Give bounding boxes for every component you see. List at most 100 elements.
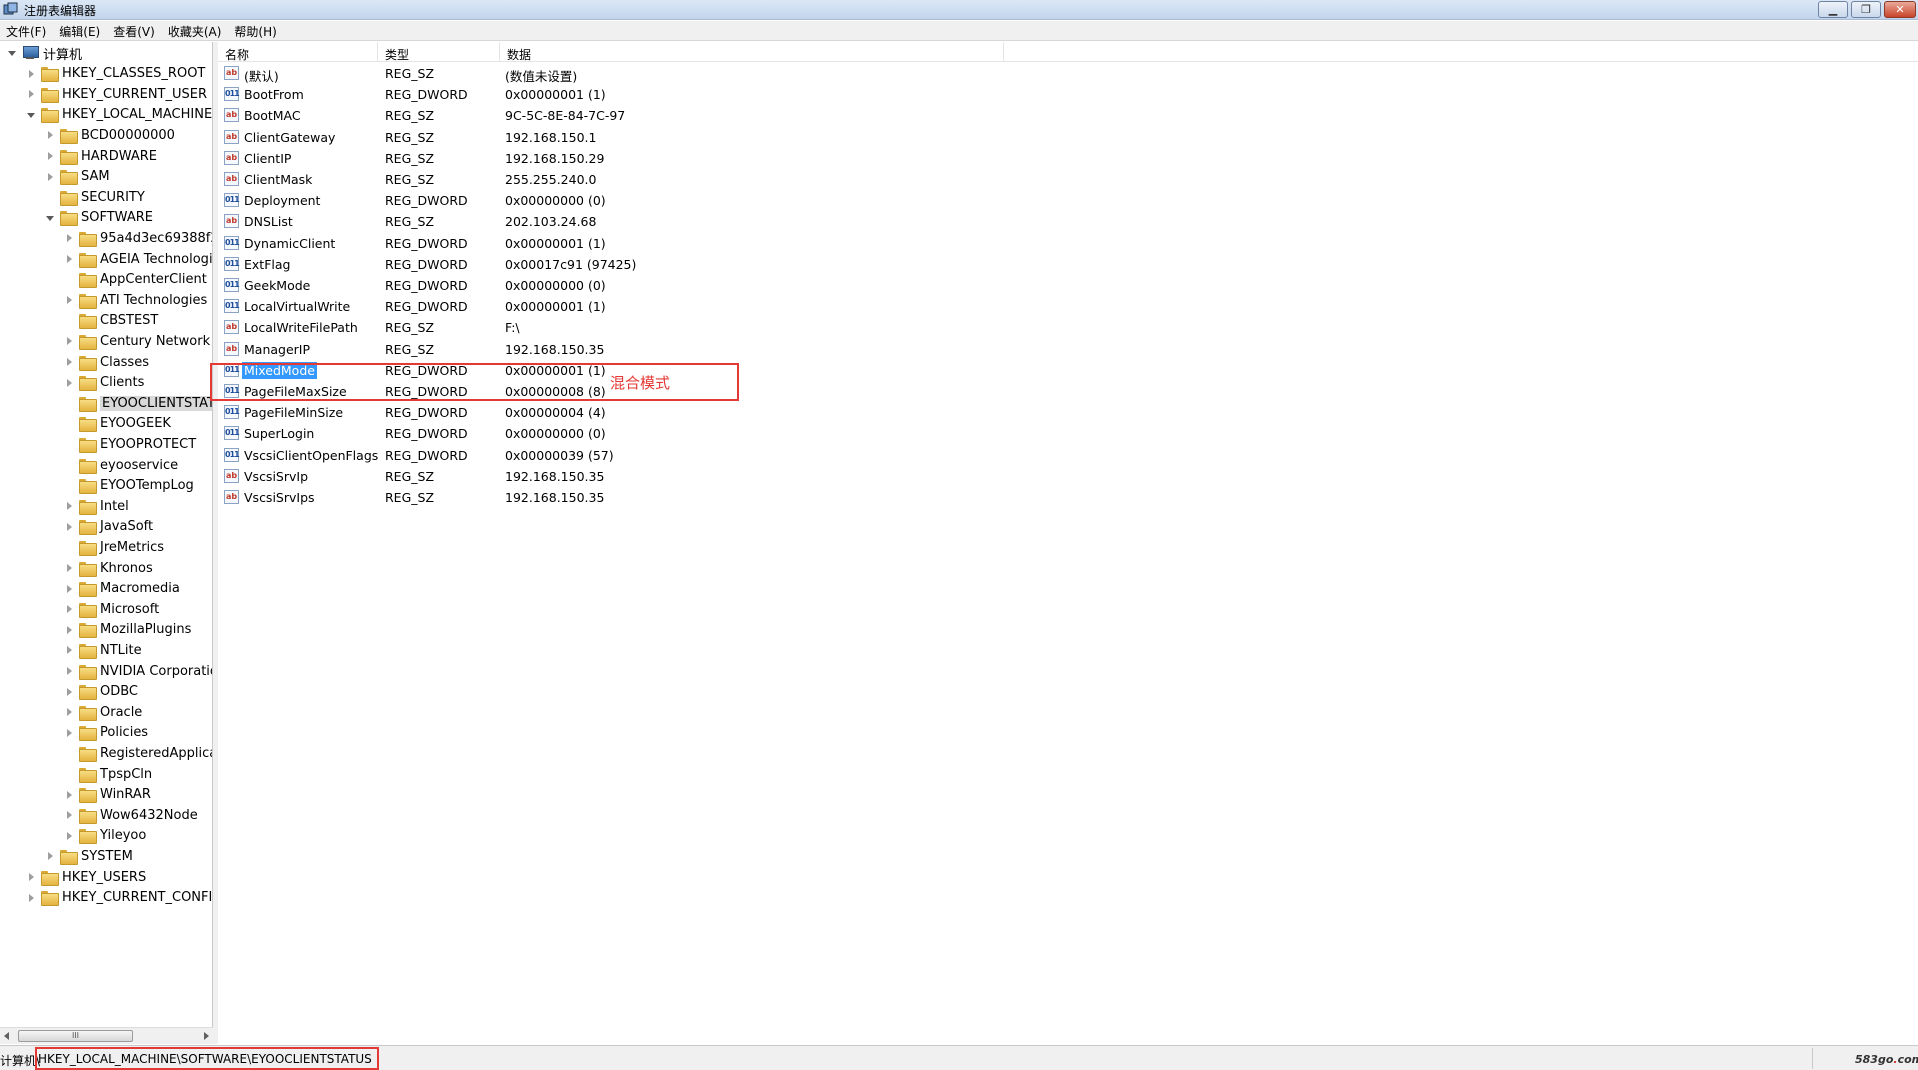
tree-node[interactable]: EYOOPROTECT xyxy=(65,434,196,454)
expand-arrow-icon[interactable] xyxy=(65,564,73,572)
tree-node[interactable]: WinRAR xyxy=(65,785,151,805)
value-row[interactable]: ab VscsiSrvIp REG_SZ 192.168.150.35 xyxy=(218,466,1218,487)
value-row[interactable]: 011 BootFrom REG_DWORD 0x00000001 (1) xyxy=(218,84,1218,105)
expand-arrow-icon[interactable] xyxy=(65,625,73,634)
tree-node[interactable]: ODBC xyxy=(65,682,138,702)
tree-node[interactable]: SECURITY xyxy=(46,187,145,207)
value-row[interactable]: ab ClientIP REG_SZ 192.168.150.29 xyxy=(218,148,1218,169)
column-name-header[interactable]: 名称 xyxy=(218,42,378,62)
expand-arrow-icon[interactable] xyxy=(65,708,73,717)
value-row[interactable]: 011 SuperLogin REG_DWORD 0x00000000 (0) xyxy=(218,423,1218,444)
tree-node[interactable]: Clients xyxy=(65,373,144,393)
tree-node[interactable]: Macromedia xyxy=(65,579,180,599)
value-row[interactable]: 011 VscsiClientOpenFlags REG_DWORD 0x000000… xyxy=(218,445,1218,466)
menu-file[interactable]: 文件(F) xyxy=(0,21,53,41)
value-row[interactable]: ab ClientGateway REG_SZ 192.168.150.1 xyxy=(218,127,1218,148)
tree-node[interactable]: SOFTWARE xyxy=(46,208,153,228)
tree-node[interactable]: ATI Technologies xyxy=(65,290,207,310)
menu-edit[interactable]: 编辑(E) xyxy=(53,21,107,41)
collapse-arrow-icon[interactable] xyxy=(46,214,54,222)
value-row[interactable]: 011 DynamicClient REG_DWORD 0x00000001 (1) xyxy=(218,233,1218,254)
expand-arrow-icon[interactable] xyxy=(27,893,35,902)
menu-favorites[interactable]: 收藏夹(A) xyxy=(162,21,229,41)
minimize-button[interactable]: ▁ xyxy=(1818,1,1848,18)
tree-node[interactable]: Microsoft xyxy=(65,599,159,619)
expand-arrow-icon[interactable] xyxy=(65,522,73,531)
expand-arrow-icon[interactable] xyxy=(65,687,73,696)
maximize-button[interactable]: ❐ xyxy=(1851,1,1881,18)
value-row[interactable]: ab BootMAC REG_SZ 9C-5C-8E-84-7C-97 xyxy=(218,105,1218,126)
value-row[interactable]: 011 Deployment REG_DWORD 0x00000000 (0) xyxy=(218,190,1218,211)
value-row[interactable]: ab ManagerIP REG_SZ 192.168.150.35 xyxy=(218,339,1218,360)
menu-view[interactable]: 查看(V) xyxy=(107,21,162,41)
tree-node[interactable]: Intel xyxy=(65,496,129,516)
tree-node[interactable]: EYOOTempLog xyxy=(65,476,194,496)
collapse-arrow-icon[interactable] xyxy=(27,111,35,119)
expand-arrow-icon[interactable] xyxy=(65,790,73,799)
registry-tree[interactable]: 计算机 HKEY_CLASSES_ROOT HKEY_CURRENT_USER HKE… xyxy=(0,42,213,1027)
expand-arrow-icon[interactable] xyxy=(27,873,35,881)
menu-help[interactable]: 帮助(H) xyxy=(228,21,283,41)
tree-node[interactable]: Khronos xyxy=(65,558,153,578)
tree-node[interactable]: HKEY_CURRENT_USER xyxy=(27,84,207,104)
tree-node[interactable]: Policies xyxy=(65,723,148,743)
expand-arrow-icon[interactable] xyxy=(46,852,54,861)
scroll-right-icon[interactable] xyxy=(204,1032,209,1040)
expand-arrow-icon[interactable] xyxy=(65,811,73,820)
values-list[interactable]: 名称 类型 数据 ab (默认) REG_SZ (数值未设置) 011 BootFrom R… xyxy=(218,42,1918,1044)
expand-arrow-icon[interactable] xyxy=(65,831,73,840)
tree-node[interactable]: HKEY_USERS xyxy=(27,867,146,887)
value-row[interactable]: 011 LocalVirtualWrite REG_DWORD 0x00000001 … xyxy=(218,296,1218,317)
tree-node[interactable]: JreMetrics xyxy=(65,537,164,557)
expand-arrow-icon[interactable] xyxy=(65,584,73,593)
expand-arrow-icon[interactable] xyxy=(46,152,54,160)
expand-arrow-icon[interactable] xyxy=(65,605,73,614)
collapse-arrow-icon[interactable] xyxy=(8,49,16,57)
expand-arrow-icon[interactable] xyxy=(65,667,73,675)
expand-arrow-icon[interactable] xyxy=(65,728,73,737)
tree-node[interactable]: NTLite xyxy=(65,640,142,660)
expand-arrow-icon[interactable] xyxy=(65,646,73,655)
expand-arrow-icon[interactable] xyxy=(65,255,73,263)
value-row[interactable]: 011 ExtFlag REG_DWORD 0x00017c91 (97425) xyxy=(218,254,1218,275)
column-data-header[interactable]: 数据 xyxy=(500,42,1004,62)
expand-arrow-icon[interactable] xyxy=(27,69,35,78)
expand-arrow-icon[interactable] xyxy=(65,358,73,366)
expand-arrow-icon[interactable] xyxy=(65,234,73,243)
expand-arrow-icon[interactable] xyxy=(46,131,54,140)
value-row[interactable]: ab ClientMask REG_SZ 255.255.240.0 xyxy=(218,169,1218,190)
tree-node[interactable]: Yileyoo xyxy=(65,826,146,846)
value-row[interactable]: 011 PageFileMinSize REG_DWORD 0x00000004 (4… xyxy=(218,402,1218,423)
tree-node[interactable]: EYOOGEEK xyxy=(65,414,171,434)
close-button[interactable]: ✕ xyxy=(1884,1,1916,18)
tree-node[interactable]: HKEY_CLASSES_ROOT xyxy=(27,64,205,84)
tree-node[interactable]: SAM xyxy=(46,167,110,187)
tree-node[interactable]: NVIDIA Corporatio xyxy=(65,661,212,681)
value-row[interactable]: ab (默认) REG_SZ (数值未设置) xyxy=(218,63,1218,84)
expand-arrow-icon[interactable] xyxy=(65,296,73,305)
tree-node[interactable]: TpspCln xyxy=(65,764,152,784)
tree-node[interactable]: AppCenterClient xyxy=(65,270,207,290)
tree-node[interactable]: HKEY_CURRENT_CONFIG xyxy=(27,888,212,908)
value-row[interactable]: 011 GeekMode REG_DWORD 0x00000000 (0) xyxy=(218,275,1218,296)
value-row[interactable]: ab VscsiSrvIps REG_SZ 192.168.150.35 xyxy=(218,487,1218,508)
expand-arrow-icon[interactable] xyxy=(46,172,54,181)
tree-node[interactable]: HKEY_LOCAL_MACHINE xyxy=(27,105,212,125)
value-row[interactable]: ab LocalWriteFilePath REG_SZ F:\ xyxy=(218,317,1218,338)
tree-node[interactable]: Oracle xyxy=(65,702,142,722)
tree-node[interactable]: MozillaPlugins xyxy=(65,620,191,640)
tree-node[interactable]: SYSTEM xyxy=(46,846,133,866)
tree-node[interactable]: BCD00000000 xyxy=(46,125,175,145)
tree-node[interactable]: Wow6432Node xyxy=(65,805,198,825)
tree-node[interactable]: CBSTEST xyxy=(65,311,158,331)
tree-horizontal-scrollbar[interactable]: III xyxy=(0,1027,213,1044)
tree-node[interactable]: AGEIA Technologie xyxy=(65,249,212,269)
value-row[interactable]: ab DNSList REG_SZ 202.103.24.68 xyxy=(218,211,1218,232)
expand-arrow-icon[interactable] xyxy=(65,378,73,387)
expand-arrow-icon[interactable] xyxy=(27,90,35,99)
tree-node[interactable]: EYOOCLIENTSTATU xyxy=(65,393,212,413)
tree-node[interactable]: Classes xyxy=(65,352,149,372)
tree-node[interactable]: JavaSoft xyxy=(65,517,153,537)
column-type-header[interactable]: 类型 xyxy=(378,42,500,62)
scroll-left-icon[interactable] xyxy=(4,1032,9,1040)
